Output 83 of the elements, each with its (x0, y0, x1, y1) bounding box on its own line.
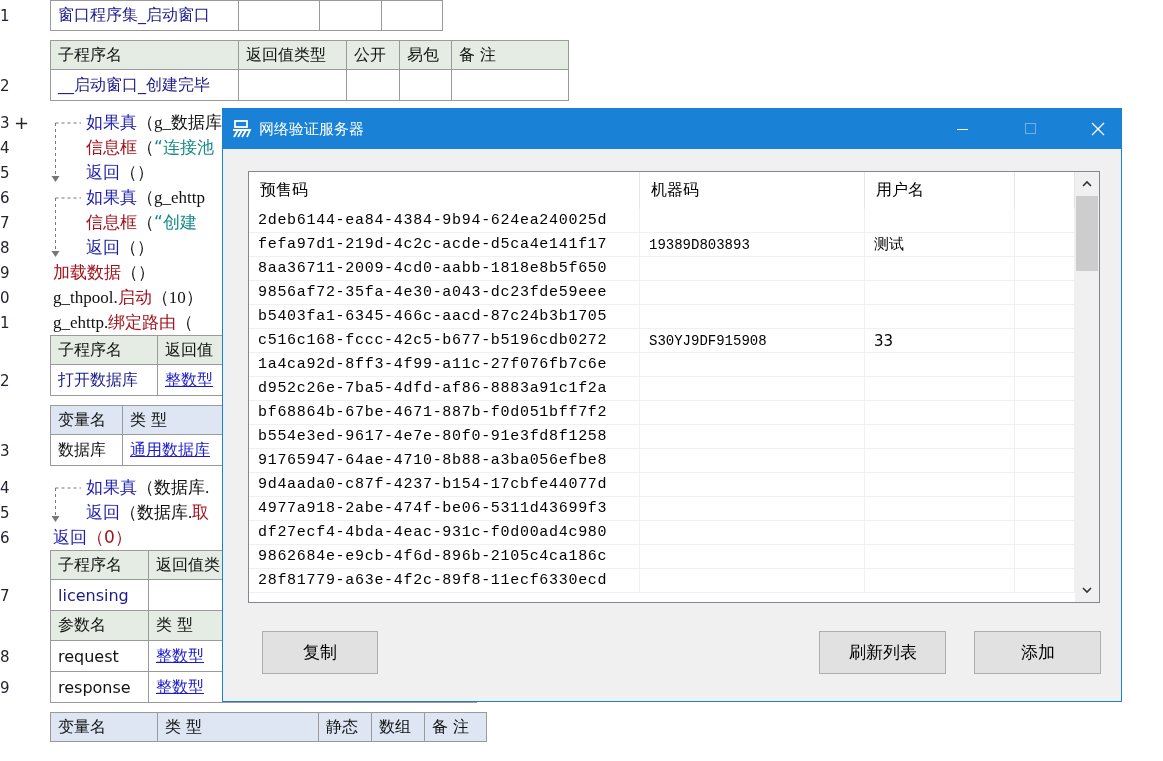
code-line: 如果真（g_ehttp (86, 186, 205, 209)
line-number: 4 (0, 140, 10, 155)
table-cell: df27ecf4-4bda-4eac-931c-f0d00ad4c980 (249, 521, 640, 544)
table-cell: 19389D803893 (649, 236, 750, 253)
expand-marker[interactable]: + (14, 113, 30, 132)
line-number: 3 (0, 115, 10, 130)
table-cell: b554e3ed-9617-4e7e-80f0-91e3fd8f1258 (249, 425, 640, 448)
line-number: 1 (0, 8, 10, 23)
line-number: 1 (0, 315, 10, 330)
table-cell: bf68864b-67be-4671-887b-f0d051bff7f2 (249, 401, 640, 424)
table-cell: fefa97d1-219d-4c2c-acde-d5ca4e141f17 (249, 233, 640, 256)
table-cell: 9862684e-e9cb-4f6d-896b-2105c4ca186c (249, 545, 640, 568)
line-number: 6 (0, 190, 10, 205)
code-line: 信息框（“连接池 (86, 136, 214, 159)
column-header: 静态 (318, 712, 372, 742)
column-header: 变量名 (50, 405, 123, 435)
table-cell: 2deb6144-ea84-4384-9b94-624ea240025d (249, 209, 640, 232)
line-number: 6 (0, 530, 10, 545)
table-cell: licensing (50, 580, 149, 611)
code-line: 返回（） (86, 161, 154, 184)
line-number: 8 (0, 240, 10, 255)
dialog-button[interactable]: 复制 (262, 631, 378, 674)
column-header: 公开 (346, 40, 400, 70)
table-cell: 33 (874, 331, 894, 350)
line-number: 2 (0, 78, 10, 93)
column-header: 数组 (371, 712, 425, 742)
column-header[interactable]: 机器码 (640, 172, 865, 209)
line-number: 7 (0, 588, 10, 603)
column-header: 子程序名 (50, 550, 149, 580)
line-number: 3 (0, 443, 10, 458)
table-cell: response (50, 672, 149, 703)
table-cell: 窗口程序集_启动窗口 (50, 0, 239, 31)
column-header: 备 注 (451, 40, 569, 70)
line-number: 5 (0, 505, 10, 520)
line-number: 0 (0, 290, 10, 305)
column-header[interactable]: 用户名 (865, 172, 1015, 209)
code-line: 返回（0） (53, 526, 132, 549)
column-header: 子程序名 (50, 335, 158, 365)
code-line: 信息框（“创建 (86, 211, 197, 234)
column-header: 变量名 (50, 712, 158, 742)
code-line: 返回（） (86, 236, 154, 259)
line-number: 4 (0, 480, 10, 495)
table-cell: b5403fa1-6345-466c-aacd-87c24b3b1705 (249, 305, 640, 328)
column-header: 易包 (399, 40, 452, 70)
table-cell: 91765947-64ae-4710-8b88-a3ba056efbe8 (249, 449, 640, 472)
dialog-button[interactable]: 刷新列表 (819, 631, 946, 674)
scroll-thumb[interactable] (1076, 196, 1098, 271)
dialog-button[interactable]: 添加 (974, 631, 1101, 674)
table-cell: 1a4ca92d-8ff3-4f99-a11c-27f076fb7c6e (249, 353, 640, 376)
table-cell: S30YJ9DF915908 (649, 332, 767, 349)
column-header: 参数名 (50, 611, 149, 641)
table-cell: 28f81779-a63e-4f2c-89f8-11ecf6330ecd (249, 569, 640, 592)
table-cell: 8aa36711-2009-4cd0-aabb-1818e8b5f650 (249, 257, 640, 280)
code-line: 如果真（数据库. (86, 476, 210, 499)
table-cell: request (50, 641, 149, 672)
column-header[interactable]: 预售码 (249, 172, 640, 209)
app-icon (231, 119, 253, 139)
code-line: 如果真（g_数据库 (86, 111, 222, 134)
table-cell: 9d4aada0-c87f-4237-b154-17cbfe44077d (249, 473, 640, 496)
line-number: 9 (0, 265, 10, 280)
table-cell: 9856af72-35fa-4e30-a043-dc23fde59eee (249, 281, 640, 304)
column-header: 子程序名 (50, 40, 239, 70)
table-cell: 4977a918-2abe-474f-be06-5311d43699f3 (249, 497, 640, 520)
code-line: g_ehttp.绑定路由（ (53, 311, 194, 334)
column-header: 备 注 (424, 712, 487, 742)
table-cell: __启动窗口_创建完毕 (50, 70, 239, 101)
line-number: 7 (0, 215, 10, 230)
table-cell: 测试 (874, 235, 904, 254)
line-number: 9 (0, 680, 10, 695)
table-cell: c516c168-fccc-42c5-b677-b5196cdb0272 (249, 329, 640, 352)
code-line: 返回（数据库.取 (86, 501, 210, 524)
line-number: 2 (0, 373, 10, 388)
code-line: 加载数据（） (53, 261, 155, 284)
column-header: 返回值类型 (238, 40, 347, 70)
window-title: 网络验证服务器 (259, 119, 364, 139)
scrollbar[interactable] (1075, 172, 1099, 602)
line-number: 5 (0, 165, 10, 180)
table-cell: 打开数据库 (50, 365, 158, 396)
column-header: 类 型 (157, 712, 319, 742)
code-line: g_thpool.启动（10） (53, 286, 203, 309)
table-cell: d952c26e-7ba5-4dfd-af86-8883a91c1f2a (249, 377, 640, 400)
table-cell: 数据库 (50, 435, 123, 466)
line-number: 8 (0, 649, 10, 664)
